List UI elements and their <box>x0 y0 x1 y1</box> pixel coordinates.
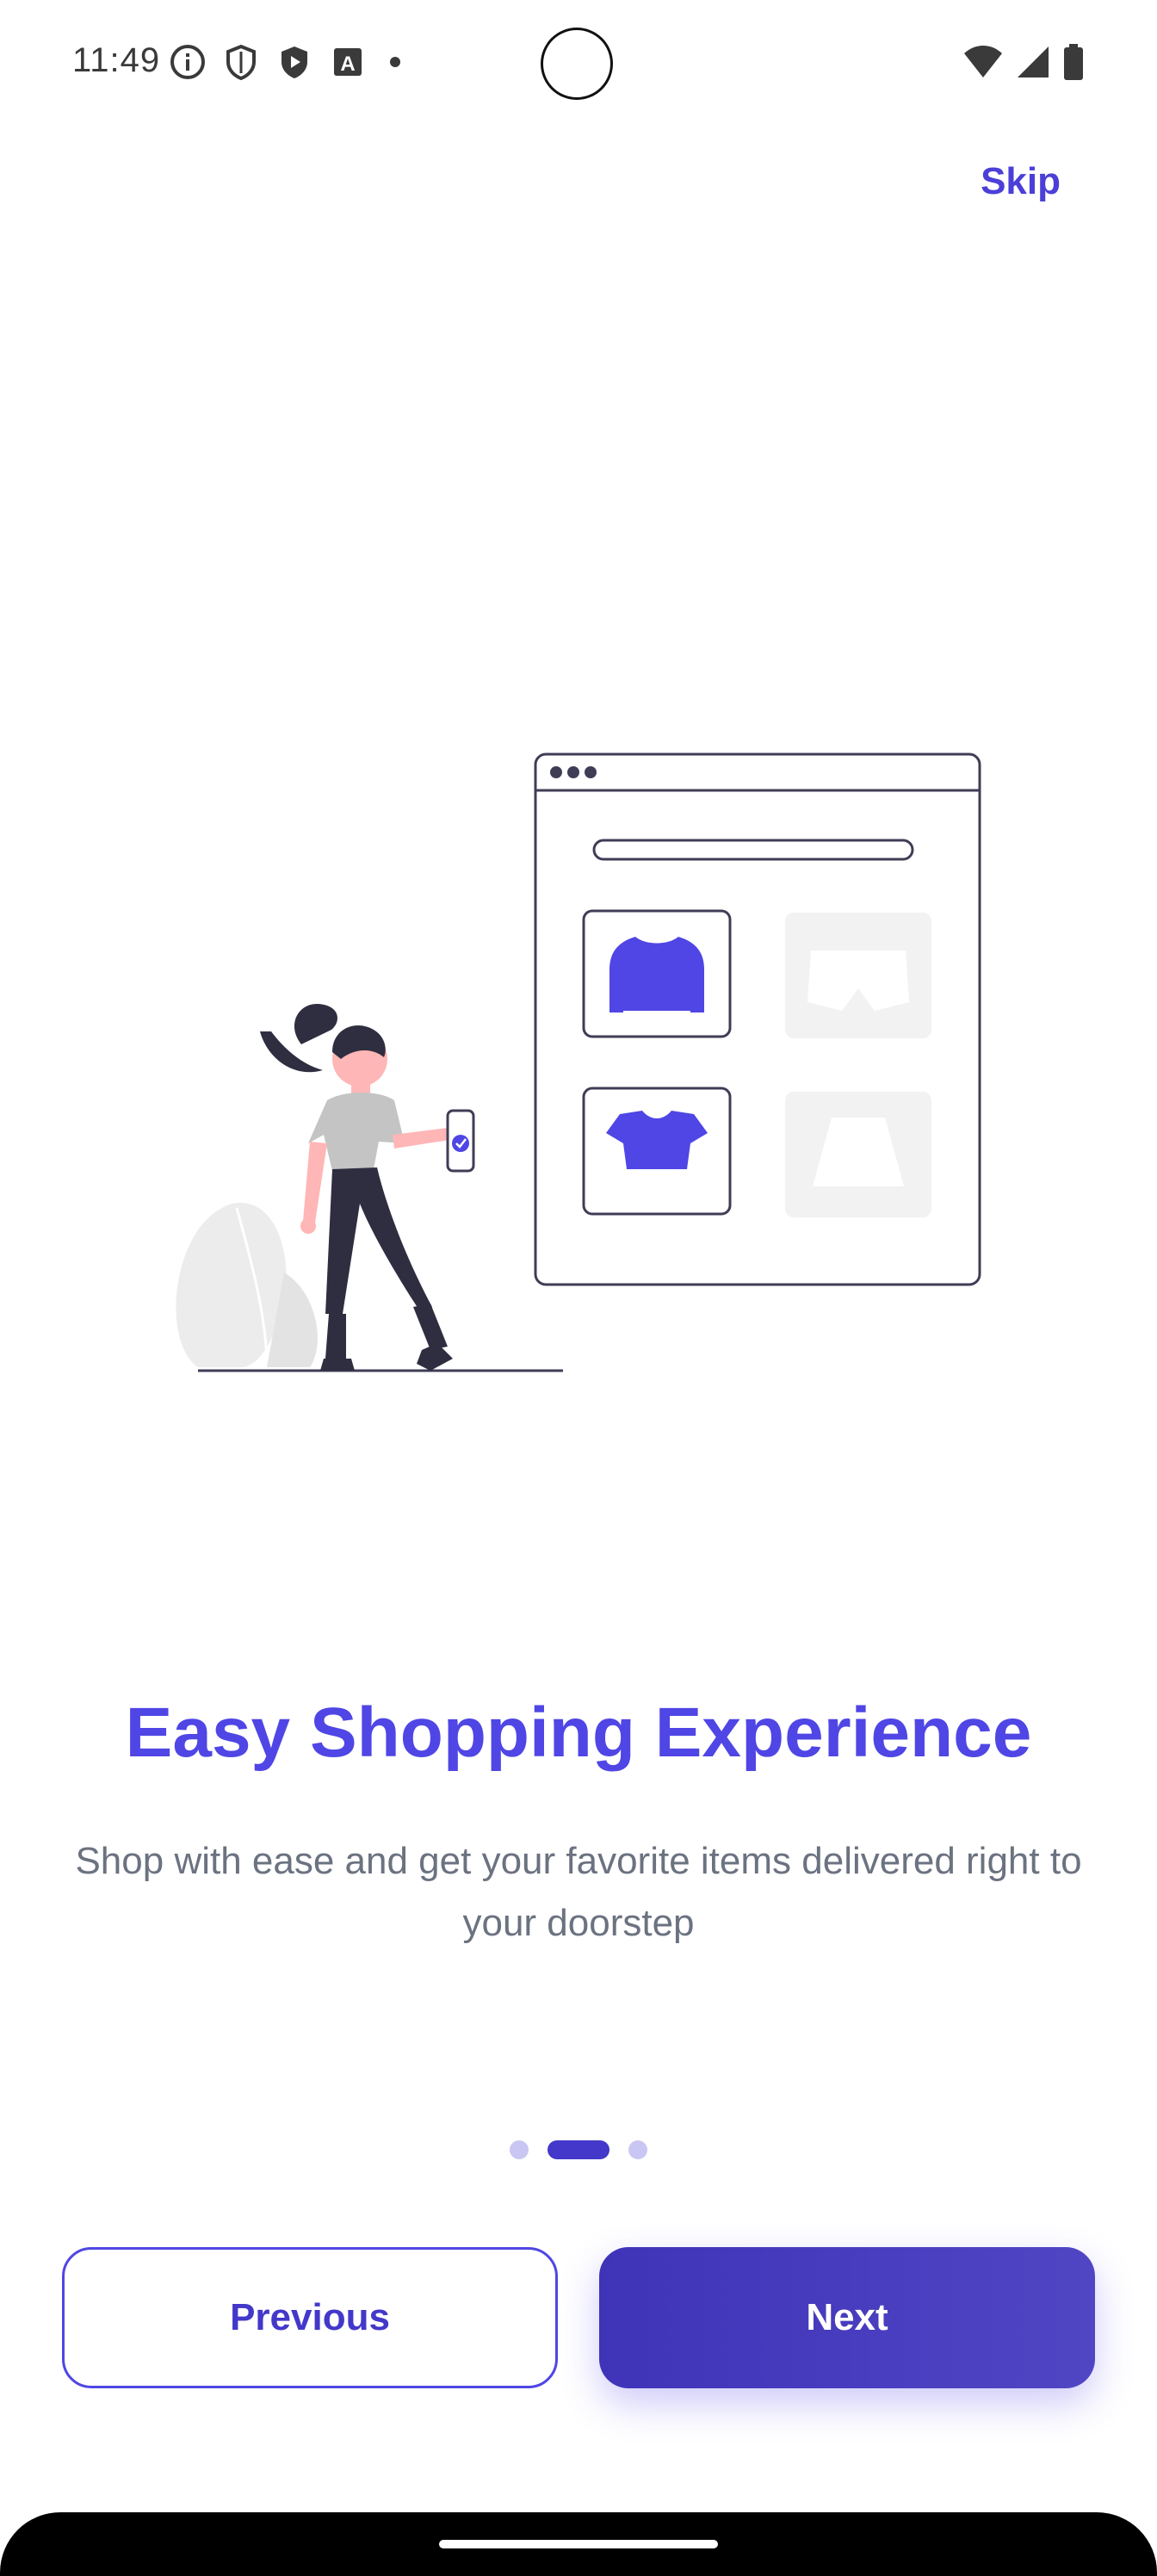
previous-button[interactable]: Previous <box>62 2247 558 2388</box>
wifi-icon <box>962 45 1004 84</box>
page-dot-1 <box>510 2140 529 2159</box>
shopping-illustration <box>164 739 990 1384</box>
page-dot-3 <box>628 2140 647 2159</box>
status-icons-right <box>962 43 1085 85</box>
shield-icon <box>222 43 260 85</box>
home-gesture-handle[interactable] <box>439 2540 718 2548</box>
play-protect-icon <box>275 43 313 85</box>
svg-text:A: A <box>340 53 355 76</box>
skip-button[interactable]: Skip <box>981 160 1061 203</box>
page-dot-2-active <box>548 2140 609 2159</box>
status-icons-left: A <box>169 43 408 84</box>
dot-icon <box>382 43 408 85</box>
onboarding-subtitle: Shop with ease and get your favorite ite… <box>75 1840 1082 1944</box>
status-time: 11:49 <box>72 41 161 79</box>
battery-icon <box>1062 43 1085 85</box>
plant-icon <box>176 1203 318 1368</box>
status-bar: 11:49 A <box>0 0 1157 129</box>
next-button[interactable]: Next <box>599 2247 1095 2388</box>
sweater-icon <box>609 937 704 1012</box>
camera-cutout <box>541 28 613 100</box>
signal-icon <box>1016 45 1050 84</box>
font-a-icon: A <box>329 43 367 85</box>
page-indicator <box>0 2140 1157 2159</box>
info-icon <box>169 43 207 85</box>
browser-window-icon <box>534 752 981 1286</box>
onboarding-title: Easy Shopping Experience <box>125 1694 1032 1772</box>
